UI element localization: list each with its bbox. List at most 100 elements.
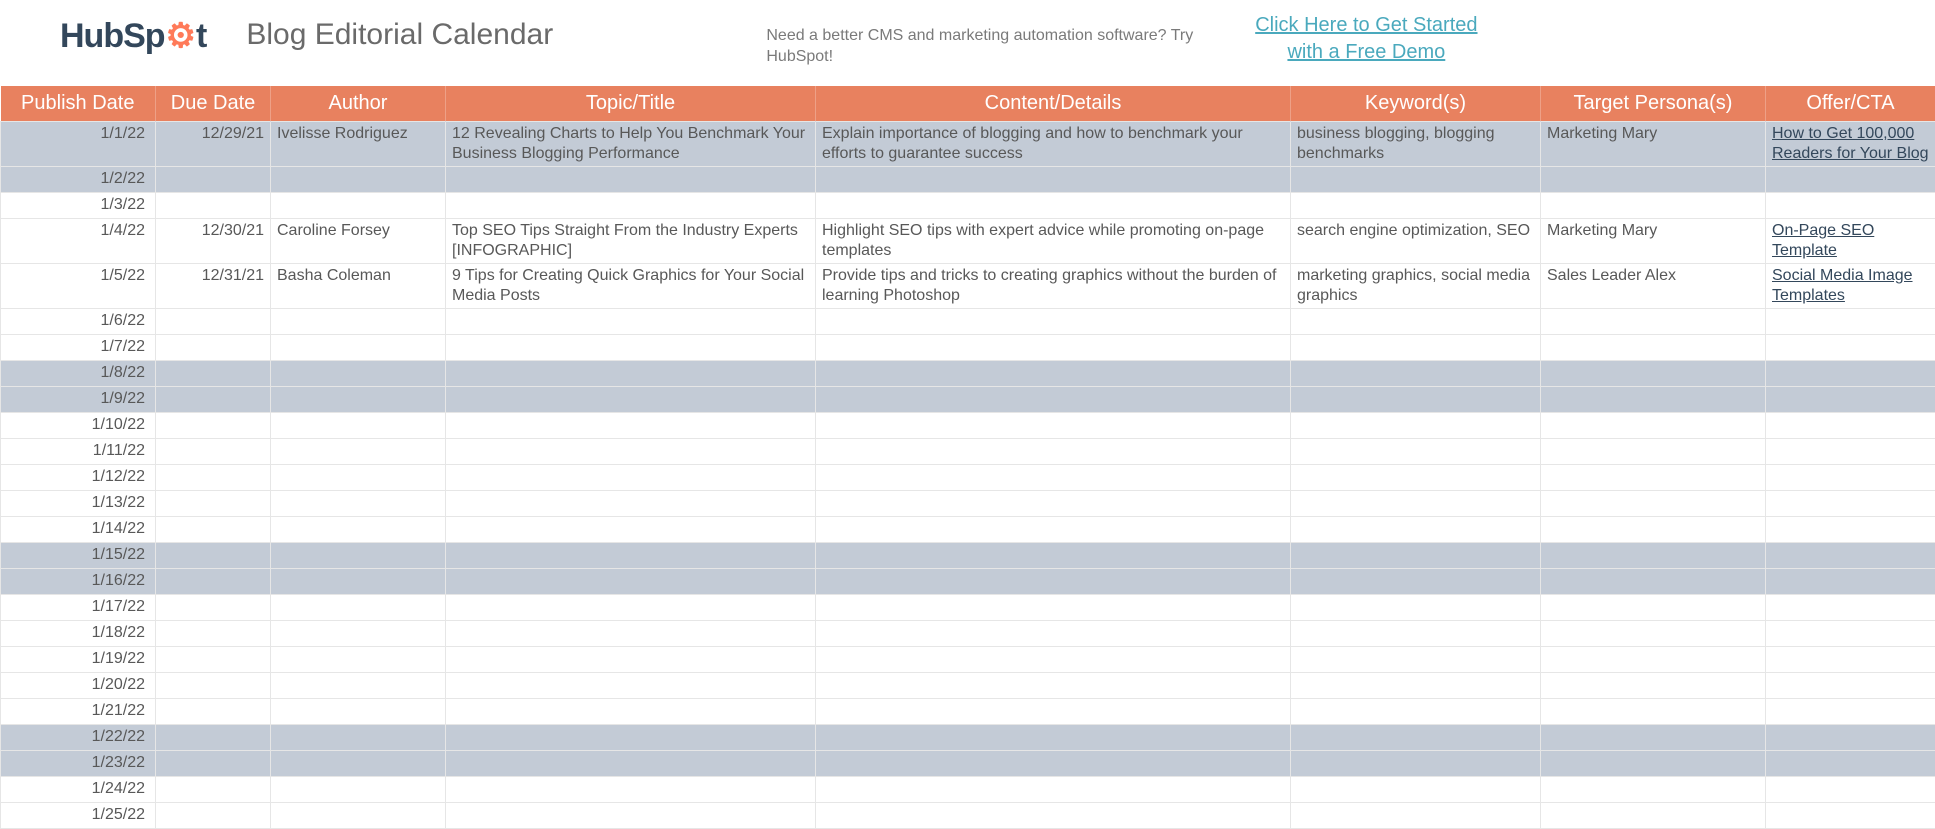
table-row[interactable]: 1/23/22 [1,750,1935,776]
cell-offer[interactable] [1766,698,1935,724]
table-row[interactable]: 1/4/2212/30/21Caroline ForseyTop SEO Tip… [1,218,1935,263]
table-row[interactable]: 1/13/22 [1,490,1935,516]
cell-publish-date[interactable]: 1/13/22 [1,490,156,516]
cell-offer[interactable]: How to Get 100,000 Readers for Your Blog [1766,121,1935,166]
cell-persona[interactable] [1541,646,1766,672]
cell-persona[interactable] [1541,568,1766,594]
cell-topic[interactable] [446,516,816,542]
col-offer[interactable]: Offer/CTA [1766,86,1935,122]
col-due-date[interactable]: Due Date [156,86,271,122]
cell-topic[interactable] [446,646,816,672]
table-row[interactable]: 1/7/22 [1,334,1935,360]
cell-keywords[interactable] [1291,386,1541,412]
cell-due-date[interactable]: 12/29/21 [156,121,271,166]
cell-persona[interactable] [1541,192,1766,218]
cell-author[interactable] [271,464,446,490]
cell-publish-date[interactable]: 1/6/22 [1,308,156,334]
table-row[interactable]: 1/20/22 [1,672,1935,698]
cell-offer[interactable]: On-Page SEO Template [1766,218,1935,263]
cell-topic[interactable]: 12 Revealing Charts to Help You Benchmar… [446,121,816,166]
cell-due-date[interactable] [156,672,271,698]
cell-due-date[interactable] [156,308,271,334]
cell-offer[interactable] [1766,334,1935,360]
cell-keywords[interactable] [1291,724,1541,750]
cell-due-date[interactable] [156,166,271,192]
cell-keywords[interactable] [1291,360,1541,386]
cell-due-date[interactable] [156,438,271,464]
cell-content[interactable] [816,750,1291,776]
cell-keywords[interactable] [1291,646,1541,672]
cell-persona[interactable] [1541,438,1766,464]
cell-topic[interactable]: Top SEO Tips Straight From the Industry … [446,218,816,263]
cell-author[interactable] [271,620,446,646]
cell-author[interactable] [271,802,446,828]
cell-keywords[interactable] [1291,620,1541,646]
cell-offer[interactable] [1766,568,1935,594]
cell-topic[interactable] [446,672,816,698]
table-row[interactable]: 1/24/22 [1,776,1935,802]
cell-author[interactable] [271,516,446,542]
cell-keywords[interactable] [1291,672,1541,698]
table-row[interactable]: 1/5/2212/31/21Basha Coleman9 Tips for Cr… [1,263,1935,308]
cell-content[interactable] [816,594,1291,620]
cell-publish-date[interactable]: 1/8/22 [1,360,156,386]
cell-content[interactable] [816,490,1291,516]
cell-persona[interactable] [1541,672,1766,698]
cell-due-date[interactable] [156,776,271,802]
cell-persona[interactable] [1541,620,1766,646]
cell-topic[interactable] [446,620,816,646]
cell-persona[interactable]: Sales Leader Alex [1541,263,1766,308]
cell-publish-date[interactable]: 1/7/22 [1,334,156,360]
cell-content[interactable] [816,360,1291,386]
col-keywords[interactable]: Keyword(s) [1291,86,1541,122]
cell-persona[interactable] [1541,386,1766,412]
cell-persona[interactable] [1541,802,1766,828]
cell-author[interactable] [271,412,446,438]
cell-content[interactable] [816,698,1291,724]
cell-publish-date[interactable]: 1/1/22 [1,121,156,166]
cell-persona[interactable] [1541,516,1766,542]
cell-due-date[interactable] [156,464,271,490]
cell-due-date[interactable] [156,412,271,438]
cell-publish-date[interactable]: 1/19/22 [1,646,156,672]
cell-publish-date[interactable]: 1/18/22 [1,620,156,646]
cell-topic[interactable] [446,724,816,750]
cell-publish-date[interactable]: 1/22/22 [1,724,156,750]
cell-keywords[interactable] [1291,698,1541,724]
offer-link[interactable]: On-Page SEO Template [1772,222,1874,259]
cell-content[interactable] [816,166,1291,192]
table-row[interactable]: 1/25/22 [1,802,1935,828]
cell-offer[interactable]: Social Media Image Templates [1766,263,1935,308]
cell-author[interactable] [271,438,446,464]
cell-persona[interactable] [1541,490,1766,516]
cell-author[interactable] [271,542,446,568]
cell-keywords[interactable] [1291,308,1541,334]
cell-content[interactable] [816,672,1291,698]
cell-offer[interactable] [1766,386,1935,412]
cell-topic[interactable] [446,192,816,218]
cell-keywords[interactable]: marketing graphics, social media graphic… [1291,263,1541,308]
cell-topic[interactable] [446,542,816,568]
cell-author[interactable] [271,568,446,594]
col-content[interactable]: Content/Details [816,86,1291,122]
cell-due-date[interactable] [156,594,271,620]
table-row[interactable]: 1/8/22 [1,360,1935,386]
cell-keywords[interactable] [1291,166,1541,192]
cell-due-date[interactable] [156,542,271,568]
cell-topic[interactable] [446,438,816,464]
cell-topic[interactable] [446,360,816,386]
cell-offer[interactable] [1766,646,1935,672]
cell-persona[interactable]: Marketing Mary [1541,218,1766,263]
offer-link[interactable]: How to Get 100,000 Readers for Your Blog [1772,125,1929,162]
cell-persona[interactable]: Marketing Mary [1541,121,1766,166]
cell-topic[interactable] [446,412,816,438]
cell-offer[interactable] [1766,360,1935,386]
cell-publish-date[interactable]: 1/10/22 [1,412,156,438]
cell-author[interactable] [271,166,446,192]
cell-due-date[interactable] [156,646,271,672]
cell-publish-date[interactable]: 1/12/22 [1,464,156,490]
cell-keywords[interactable] [1291,192,1541,218]
demo-cta-link[interactable]: Click Here to Get Started with a Free De… [1236,10,1496,66]
cell-offer[interactable] [1766,166,1935,192]
cell-topic[interactable] [446,698,816,724]
